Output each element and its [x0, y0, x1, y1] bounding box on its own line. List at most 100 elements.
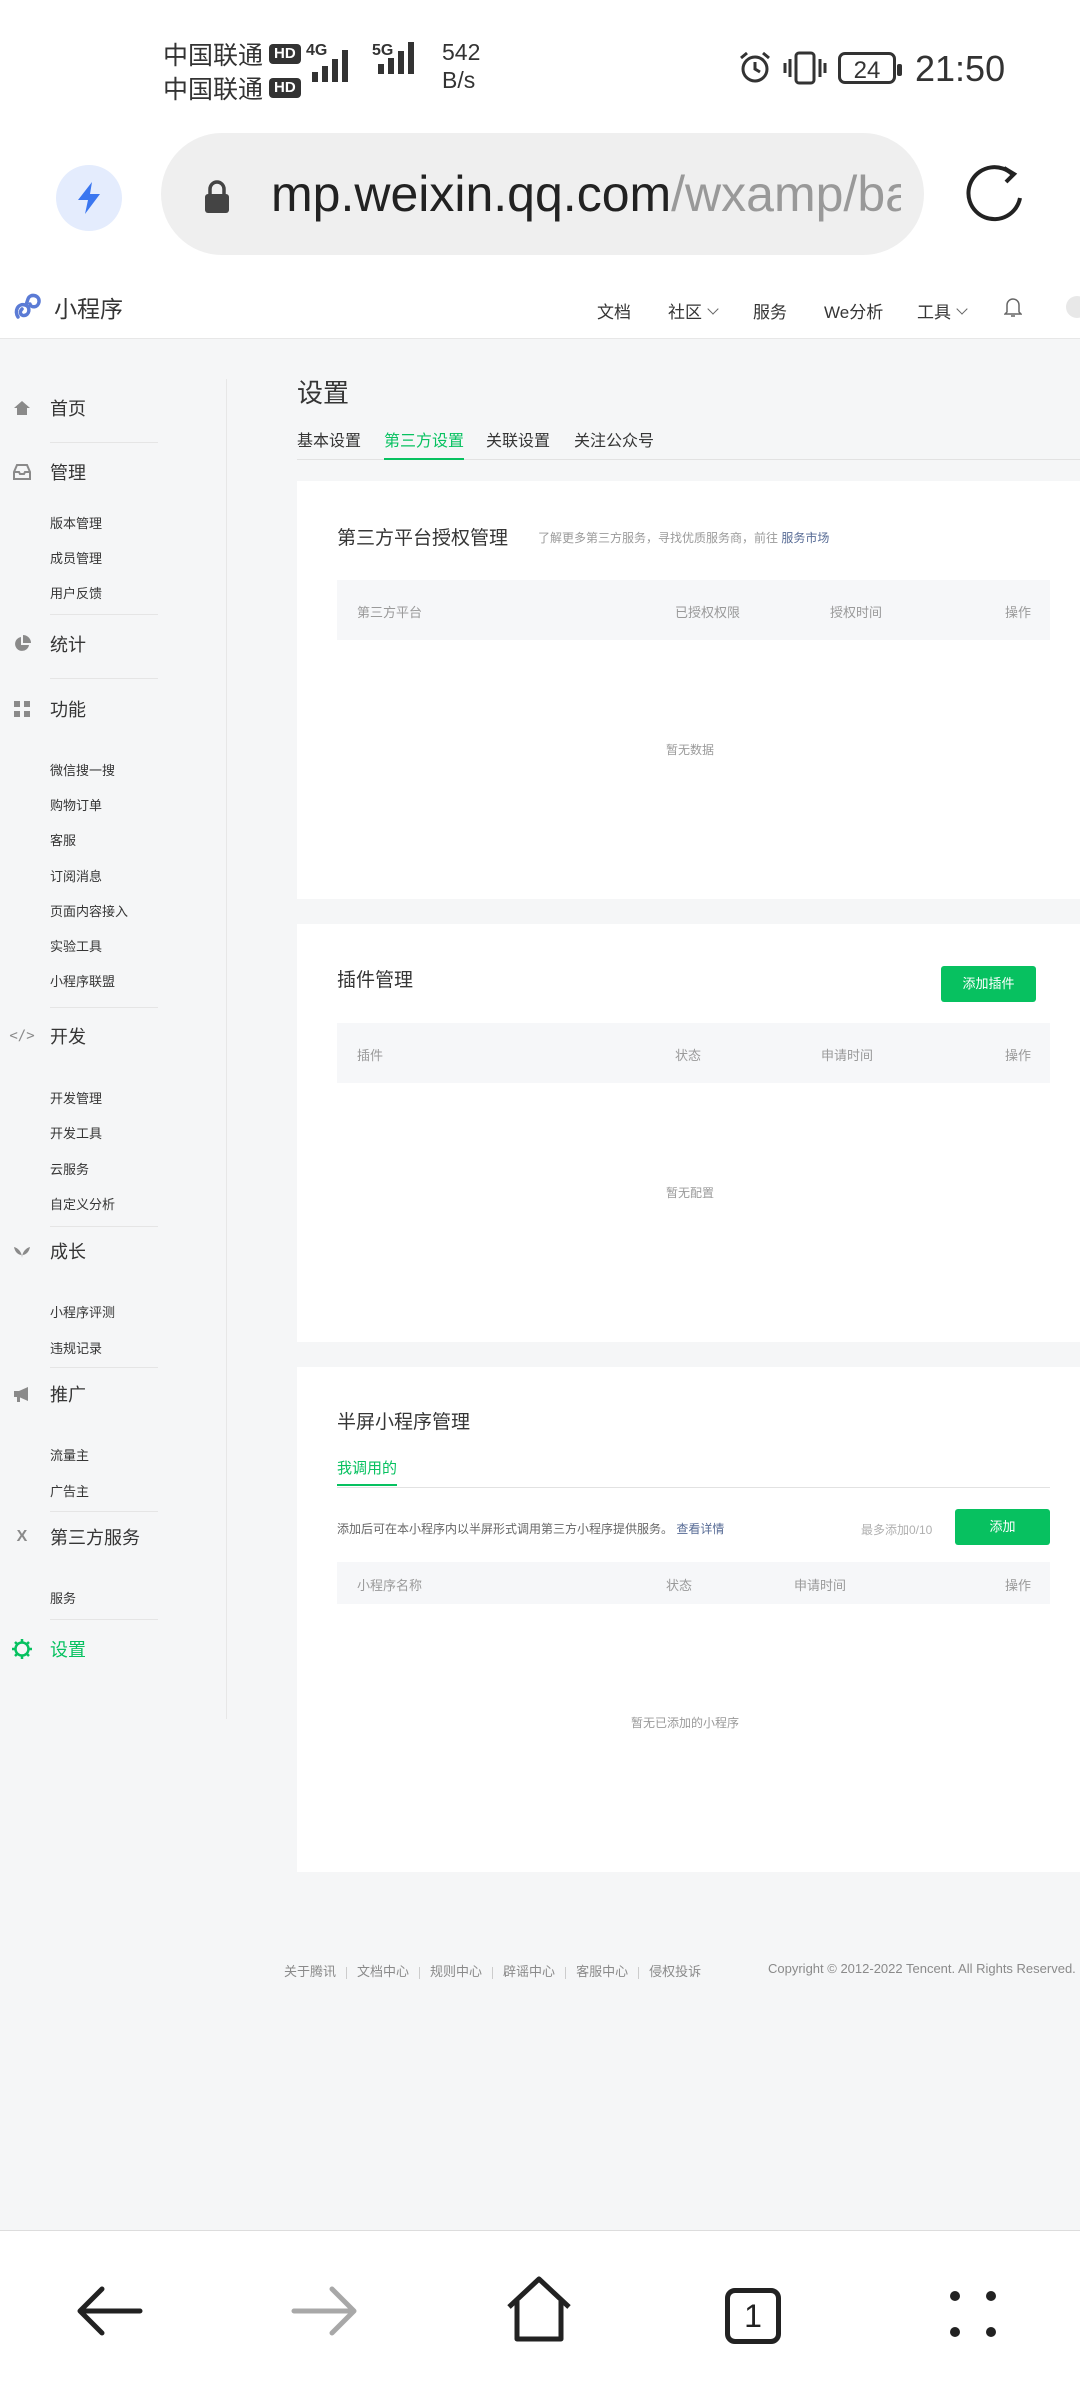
third-party-auth-card: 第三方平台授权管理 了解更多第三方服务，寻找优质服务商，前往 服务市场 第三方平… [297, 481, 1080, 899]
sidebar-item-dev-tools[interactable]: 开发工具 [50, 1123, 102, 1142]
footer-link-complaint[interactable]: 侵权投诉 [649, 1964, 701, 1979]
settings-tabs: 基本设置 第三方设置 关联设置 关注公众号 [297, 427, 1080, 460]
sidebar-item-dev-manage[interactable]: 开发管理 [50, 1088, 102, 1107]
sidebar-item-subscribe-msg[interactable]: 订阅消息 [50, 866, 102, 885]
view-details-link[interactable]: 查看详情 [676, 1522, 724, 1536]
sidebar-item-service[interactable]: 服务 [50, 1588, 76, 1607]
sidebar-item-feedback[interactable]: 用户反馈 [50, 583, 102, 602]
tab-basic-settings[interactable]: 基本设置 [297, 427, 361, 458]
page-title: 设置 [297, 378, 350, 408]
logo-text: 小程序 [54, 296, 123, 322]
chevron-down-icon [707, 302, 719, 315]
page-content: 首页 管理 版本管理 成员管理 用户反馈 统计 功能 微信搜一搜 购物订单 客服… [0, 339, 1080, 2230]
carrier-2: 中国联通 HD [163, 70, 301, 106]
forward-arrow-icon[interactable] [290, 2281, 360, 2341]
nav-docs[interactable]: 文档 [597, 298, 631, 323]
sidebar-item-page-content[interactable]: 页面内容接入 [50, 901, 128, 920]
sidebar-group-third-party[interactable]: X 第三方服务 [0, 1524, 140, 1550]
footer-links: 关于腾讯 文档中心 规则中心 辟谣中心 客服中心 侵权投诉 [284, 1961, 701, 1980]
tab-my-calls[interactable]: 我调用的 [337, 1457, 398, 1486]
sidebar-item-cloud[interactable]: 云服务 [50, 1159, 89, 1178]
sidebar-item-version[interactable]: 版本管理 [50, 513, 102, 532]
signal-4g-icon: 4G [306, 42, 348, 82]
address-bar[interactable]: mp.weixin.qq.com/wxamp/ba [161, 133, 924, 255]
sidebar-item-alliance[interactable]: 小程序联盟 [50, 971, 115, 990]
inbox-icon [12, 462, 32, 482]
alarm-icon [740, 51, 770, 83]
sidebar-item-customer-service[interactable]: 客服 [50, 830, 76, 849]
sidebar-item-settings[interactable]: 设置 [0, 1636, 86, 1662]
footer-link-rules[interactable]: 规则中心 [430, 1964, 482, 1979]
pie-chart-icon [12, 634, 32, 654]
empty-state: 暂无配置 [666, 1186, 715, 1200]
nav-services[interactable]: 服务 [753, 298, 787, 323]
clock: 21:50 [915, 48, 1006, 89]
nav-we-analysis[interactable]: We分析 [824, 298, 883, 323]
nav-tools[interactable]: 工具 [917, 298, 968, 323]
lightning-icon[interactable] [56, 165, 122, 231]
tabs-count-button[interactable]: 1 [725, 2288, 781, 2344]
footer-link-support[interactable]: 客服中心 [576, 1964, 628, 1979]
card-description: 了解更多第三方服务，寻找优质服务商，前往 服务市场 [538, 531, 830, 545]
more-menu-icon[interactable] [945, 2286, 1001, 2342]
sidebar-item-violations[interactable]: 违规记录 [50, 1338, 102, 1357]
gear-icon [12, 1639, 32, 1659]
footer-copyright: Copyright © 2012-2022 Tencent. All Right… [768, 1961, 1076, 1976]
tab-third-party-settings[interactable]: 第三方设置 [384, 427, 465, 460]
sidebar-group-promo[interactable]: 推广 [0, 1381, 86, 1407]
sidebar-item-custom-analysis[interactable]: 自定义分析 [50, 1194, 115, 1213]
sidebar-item-stats[interactable]: 统计 [0, 631, 86, 657]
sidebar-item-publisher[interactable]: 流量主 [50, 1445, 89, 1464]
logo[interactable]: 小程序 [12, 290, 123, 324]
battery-icon: 24 [838, 52, 902, 84]
net-speed: 542 B/s [442, 39, 481, 93]
hd-badge: HD [269, 44, 301, 64]
tab-follow-account[interactable]: 关注公众号 [574, 427, 654, 458]
plugins-card: 插件管理 添加插件 插件 状态 申请时间 操作 暂无配置 [297, 924, 1080, 1342]
sprout-icon [12, 1241, 32, 1261]
url-text[interactable]: mp.weixin.qq.com/wxamp/ba [271, 165, 901, 223]
home-icon [12, 398, 32, 418]
add-button[interactable]: 添加 [955, 1509, 1050, 1545]
sidebar-item-orders[interactable]: 购物订单 [50, 795, 102, 814]
vibrate-icon [783, 51, 827, 85]
sidebar-item-wechat-search[interactable]: 微信搜一搜 [50, 760, 115, 779]
sidebar-item-evaluation[interactable]: 小程序评测 [50, 1302, 115, 1321]
sidebar-item-advertiser[interactable]: 广告主 [50, 1481, 89, 1500]
lock-icon [205, 180, 229, 213]
add-plugin-button[interactable]: 添加插件 [941, 966, 1036, 1002]
chevron-down-icon [956, 302, 968, 315]
megaphone-icon [12, 1384, 32, 1404]
sidebar-item-members[interactable]: 成员管理 [50, 548, 102, 567]
sidebar-group-dev[interactable]: </> 开发 [0, 1023, 86, 1049]
sidebar-group-manage[interactable]: 管理 [0, 459, 86, 485]
footer-link-docs[interactable]: 文档中心 [357, 1964, 409, 1979]
back-arrow-icon[interactable] [74, 2281, 144, 2341]
reload-icon[interactable] [962, 160, 1028, 226]
bell-icon[interactable] [1004, 296, 1022, 318]
footer-link-rumors[interactable]: 辟谣中心 [503, 1964, 555, 1979]
avatar[interactable] [1066, 296, 1080, 318]
service-market-link[interactable]: 服务市场 [781, 531, 829, 545]
hd-badge: HD [269, 78, 301, 98]
sidebar-group-features[interactable]: 功能 [0, 696, 86, 722]
empty-state: 暂无已添加的小程序 [631, 1716, 740, 1730]
grid-icon [12, 699, 32, 719]
home-icon[interactable] [503, 2275, 575, 2343]
half-screen-description: 添加后可在本小程序内以半屏形式调用第三方小程序提供服务。 查看详情 [337, 1522, 725, 1536]
card-title: 插件管理 [337, 970, 414, 991]
sidebar-group-growth[interactable]: 成长 [0, 1238, 86, 1264]
table-header: 小程序名称 状态 申请时间 操作 [337, 1562, 1050, 1604]
card-title: 半屏小程序管理 [337, 1412, 471, 1433]
carrier-1: 中国联通 HD [163, 36, 301, 72]
footer-link-about[interactable]: 关于腾讯 [284, 1964, 336, 1979]
signal-5g-icon: 5G [372, 42, 414, 74]
nav-community[interactable]: 社区 [668, 298, 719, 323]
sidebar-item-home[interactable]: 首页 [0, 395, 86, 421]
tab-linked-settings[interactable]: 关联设置 [486, 427, 550, 458]
browser-bottom-bar: 1 [0, 2230, 1080, 2401]
sidebar-item-experiments[interactable]: 实验工具 [50, 936, 102, 955]
status-bar: 中国联通 HD 中国联通 HD 4G 5G 542 B/s 24 21:50 [0, 0, 1080, 130]
card-title: 第三方平台授权管理 [337, 528, 509, 549]
table-header: 第三方平台 已授权权限 授权时间 操作 [337, 580, 1050, 640]
